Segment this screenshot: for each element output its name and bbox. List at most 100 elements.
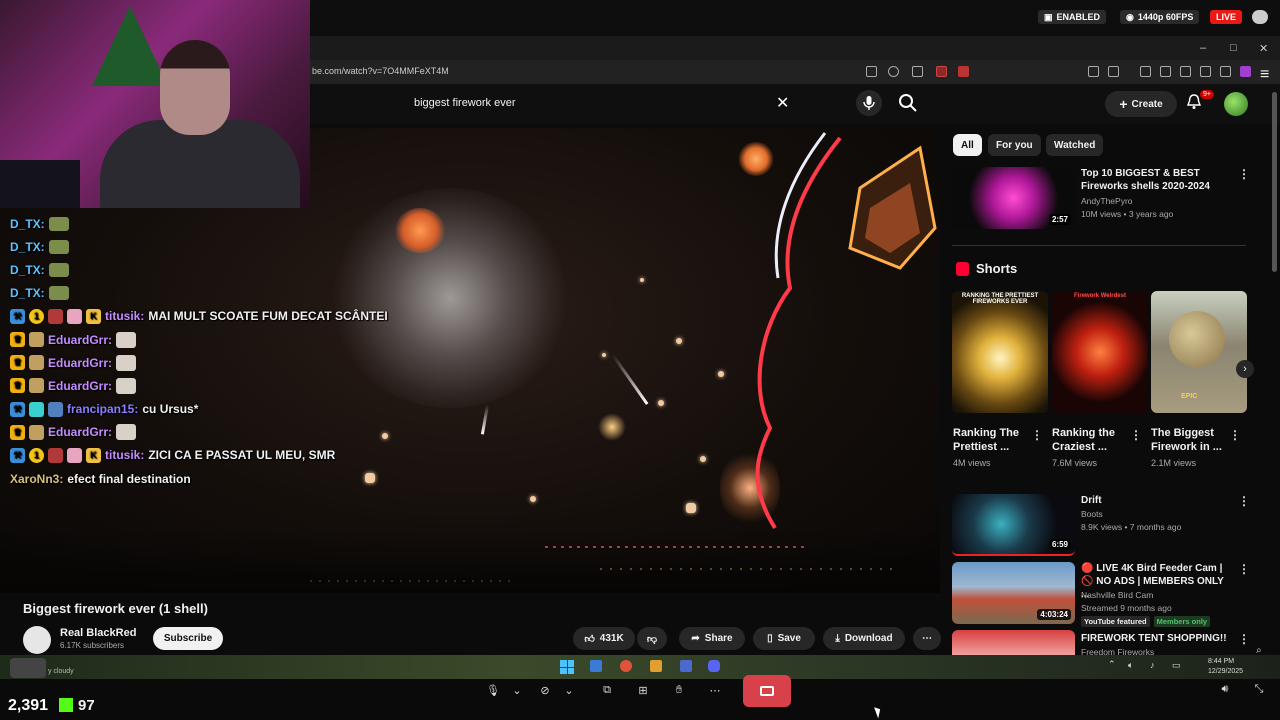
windows-start-icon[interactable] xyxy=(560,660,574,674)
screen-icon[interactable] xyxy=(866,66,877,77)
ground xyxy=(0,528,940,593)
fullscreen-exit-icon[interactable]: ⤡ xyxy=(1250,682,1268,696)
video-channel[interactable]: Boots xyxy=(1081,508,1103,521)
create-button[interactable]: + Create xyxy=(1105,91,1177,117)
short-thumbnail[interactable]: RANKING THE PRETTIEST FIREWORKS EVER xyxy=(952,291,1048,413)
account-avatar[interactable] xyxy=(1224,92,1248,116)
puzzle-icon[interactable] xyxy=(1088,66,1099,77)
save-button[interactable]: ▯ Save xyxy=(753,627,815,650)
apps-icon[interactable]: ⊞ xyxy=(634,683,652,697)
video-thumbnail[interactable]: 4:03:24 xyxy=(952,562,1075,624)
end-call-button[interactable] xyxy=(743,675,791,707)
more-vert-icon[interactable]: ⋮ xyxy=(1130,428,1142,442)
more-vert-icon[interactable]: ⋮ xyxy=(1031,428,1043,442)
pip-icon[interactable] xyxy=(1108,66,1119,77)
video-channel[interactable]: Freedom Fireworks xyxy=(1081,646,1154,655)
rank-badge-icon: 1 xyxy=(29,447,44,463)
channel-name[interactable]: Real BlackRed xyxy=(60,627,136,639)
short-thumbnail[interactable]: Firework Weirdest xyxy=(1052,291,1148,413)
warning-icon[interactable] xyxy=(958,66,969,77)
video-thumbnail[interactable]: 6:59 xyxy=(952,494,1075,556)
chat-bubble-icon[interactable] xyxy=(1252,10,1268,24)
chip-watched[interactable]: Watched xyxy=(1046,134,1104,156)
dislike-button[interactable]: 👎︎ xyxy=(637,627,667,650)
short-thumbnail[interactable]: EPIC xyxy=(1151,291,1247,413)
microphone-icon[interactable]: 🎙︎ xyxy=(484,683,502,697)
chevron-down-icon[interactable]: ⌄ xyxy=(508,683,526,697)
shell-image xyxy=(1169,311,1225,367)
video-title[interactable]: Top 10 BIGGEST & BEST Fireworks shells 2… xyxy=(1081,167,1231,193)
like-button[interactable]: 👍︎ 431K xyxy=(573,627,635,650)
browser-app-icon[interactable] xyxy=(620,660,632,672)
chip-all[interactable]: All xyxy=(953,134,982,156)
youtube-header: biggest firework ever ✕ + Create 9+ xyxy=(310,84,1280,124)
profile-icon[interactable] xyxy=(1240,66,1251,77)
zoom-icon[interactable] xyxy=(888,66,899,77)
discord-icon[interactable] xyxy=(708,660,720,672)
music-icon[interactable] xyxy=(1140,66,1151,77)
speaker-icon[interactable]: 🔈︎ xyxy=(1128,660,1133,671)
short-views: 4M views xyxy=(953,458,991,468)
mic-tray-icon[interactable]: ♪ xyxy=(1150,660,1155,670)
close-window-icon[interactable]: ✕ xyxy=(1259,42,1268,55)
vpn-icon[interactable] xyxy=(1220,66,1231,77)
search-icon[interactable] xyxy=(898,93,918,113)
featured-tag: YouTube featured xyxy=(1081,616,1150,627)
more-vert-icon[interactable]: ⋮ xyxy=(1238,562,1250,576)
short-title[interactable]: Ranking The Prettiest ... xyxy=(953,426,1033,454)
chevron-up-icon[interactable]: ⌃ xyxy=(1108,659,1116,670)
video-title[interactable]: FIREWORK TENT SHOPPING!! xyxy=(1081,632,1231,645)
minimize-icon[interactable]: – xyxy=(1200,42,1206,54)
share-button[interactable]: ➦ Share xyxy=(679,627,745,650)
more-icon[interactable]: ⋯ xyxy=(706,683,724,697)
video-title[interactable]: Drift xyxy=(1081,494,1231,507)
video-thumbnail[interactable]: 2:57 xyxy=(952,167,1075,229)
share-page-icon[interactable] xyxy=(912,66,923,77)
clock-time[interactable]: 8:44 PM xyxy=(1208,658,1234,665)
folder-icon[interactable] xyxy=(650,660,662,672)
clear-search-icon[interactable]: ✕ xyxy=(776,93,789,113)
search-input[interactable]: biggest firework ever ✕ xyxy=(400,90,917,116)
app-icon[interactable] xyxy=(590,660,602,672)
cat-emote-icon xyxy=(116,354,137,371)
scrollbar[interactable] xyxy=(1272,92,1277,272)
sidebar-icon[interactable] xyxy=(1160,66,1171,77)
more-actions-button[interactable]: ⋯ xyxy=(913,627,941,650)
extension-icon[interactable] xyxy=(936,66,947,77)
more-vert-icon[interactable]: ⋮ xyxy=(1238,167,1250,181)
chat-username: titusik: xyxy=(105,309,145,324)
more-vert-icon[interactable]: ⋮ xyxy=(1229,428,1241,442)
chevron-down-icon[interactable]: ⌄ xyxy=(560,683,578,697)
zoom-search-icon[interactable]: ⌕ xyxy=(1256,645,1262,656)
ai-icon[interactable] xyxy=(1200,66,1211,77)
url-text[interactable]: be.com/watch?v=7O4MMFeXT4M xyxy=(312,66,449,76)
camera-off-icon[interactable]: ⊘ xyxy=(536,683,554,697)
reactions-icon[interactable]: ✋︎ xyxy=(670,683,688,697)
menu-icon[interactable]: ≡ xyxy=(1260,66,1271,83)
video-channel[interactable]: AndyThePyro xyxy=(1081,195,1133,208)
download-button[interactable]: ⤓ Download xyxy=(823,627,905,650)
wallet-icon[interactable] xyxy=(1180,66,1191,77)
short-overlay-text: Firework Weirdest xyxy=(1074,293,1126,299)
short-title[interactable]: Ranking the Craziest ... xyxy=(1052,426,1132,454)
next-shorts-icon[interactable]: › xyxy=(1236,360,1254,378)
more-vert-icon[interactable]: ⋮ xyxy=(1238,632,1250,646)
maximize-icon[interactable]: □ xyxy=(1230,42,1237,54)
chip-for-you[interactable]: For you xyxy=(988,134,1041,156)
channel-avatar[interactable] xyxy=(23,626,51,654)
video-channel[interactable]: Nashville Bird Cam xyxy=(1081,589,1153,602)
steam-icon[interactable] xyxy=(680,660,692,672)
voice-search-button[interactable] xyxy=(856,90,882,116)
clock-date[interactable]: 12/29/2025 xyxy=(1208,668,1243,675)
screen-share-icon[interactable]: ⧉ xyxy=(598,683,616,697)
monitor-tray-icon[interactable]: ▭ xyxy=(1172,660,1181,671)
subscribe-button[interactable]: Subscribe xyxy=(153,627,223,650)
small-burst xyxy=(598,413,626,441)
video-thumbnail[interactable] xyxy=(952,630,1075,655)
volume-icon[interactable]: 🔊︎ xyxy=(1216,682,1234,696)
short-title[interactable]: The Biggest Firework in ... xyxy=(1151,426,1231,454)
spark xyxy=(676,338,682,344)
more-vert-icon[interactable]: ⋮ xyxy=(1238,494,1250,508)
video-duration: 4:03:24 xyxy=(1037,609,1071,620)
search-query[interactable]: biggest firework ever xyxy=(414,97,516,109)
